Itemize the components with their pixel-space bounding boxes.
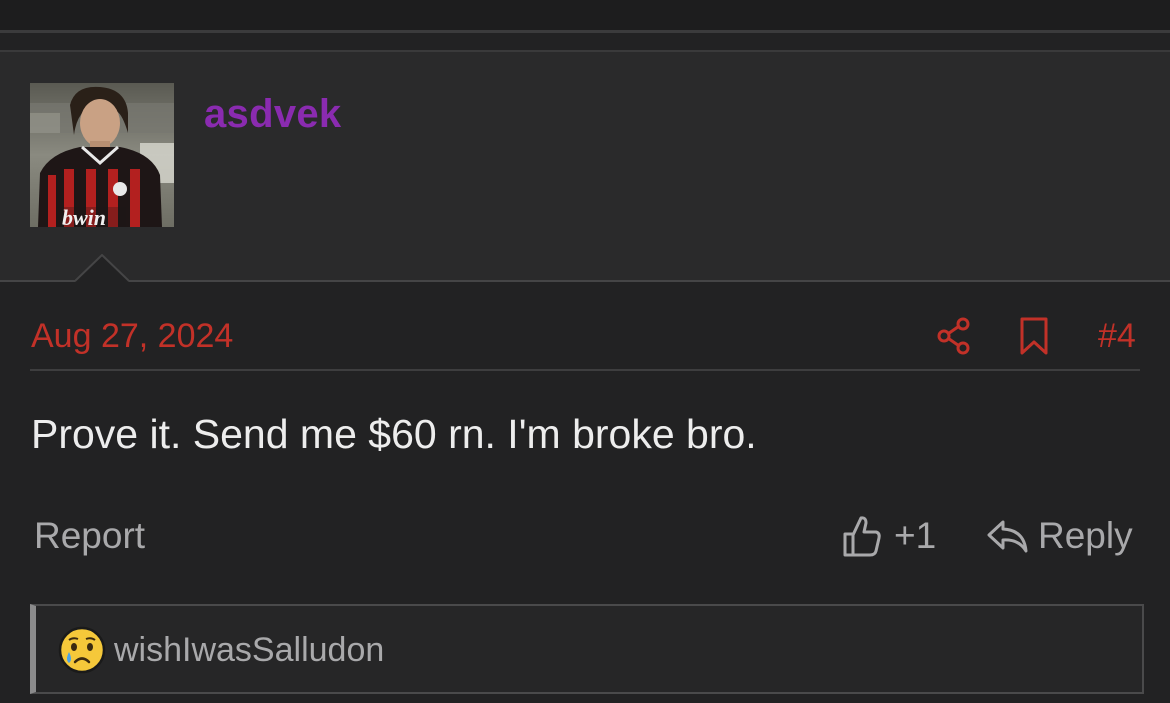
avatar[interactable]: bwin: [30, 83, 174, 227]
avatar-jersey-text: bwin: [62, 205, 106, 227]
reaction-user-link[interactable]: wishIwasSalludon: [114, 631, 384, 670]
post-date[interactable]: Aug 27, 2024: [31, 317, 233, 356]
reply-label: Reply: [1038, 515, 1133, 556]
meta-divider: [30, 369, 1140, 371]
forum-post-page: bwin asdvek Aug 27, 2024 #4 Prove it. Se…: [0, 0, 1170, 703]
like-button[interactable]: +1: [842, 512, 936, 560]
reply-button[interactable]: Reply: [986, 512, 1133, 560]
previous-post-strip: [0, 0, 1170, 30]
post-user-header: [0, 52, 1170, 280]
report-link[interactable]: Report: [34, 515, 145, 557]
header-divider: [0, 280, 1170, 282]
header-caret: [75, 254, 129, 282]
crying-face-icon: [58, 626, 106, 674]
divider: [0, 30, 1170, 33]
username[interactable]: asdvek: [204, 92, 341, 137]
like-count: +1: [894, 515, 937, 556]
thumbs-up-icon: [843, 516, 881, 557]
reactions-bar[interactable]: wishIwasSalludon: [30, 604, 1144, 694]
reply-arrow-icon: [987, 520, 1028, 553]
post-body: Prove it. Send me $60 rn. I'm broke bro.: [31, 411, 757, 457]
share-icon[interactable]: [936, 316, 972, 356]
post-number-link[interactable]: #4: [1098, 317, 1136, 356]
bookmark-icon[interactable]: [1018, 316, 1050, 356]
